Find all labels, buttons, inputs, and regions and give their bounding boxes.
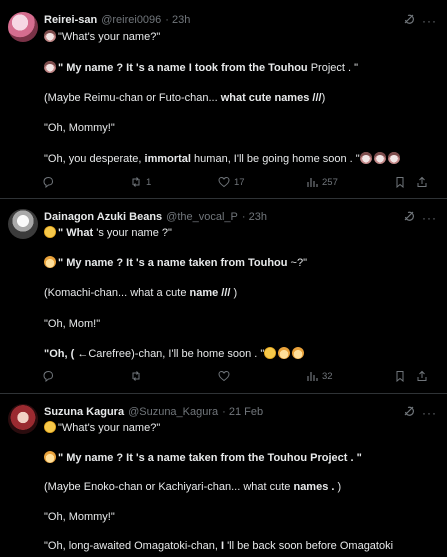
- face-emoji-icon: [373, 152, 386, 164]
- like-button[interactable]: 17: [218, 176, 245, 188]
- timestamp[interactable]: · 21 Feb: [222, 406, 263, 418]
- heart-icon: [218, 370, 230, 382]
- repost-icon: [132, 177, 140, 187]
- face-emoji-icon: [44, 61, 56, 73]
- face-emoji-icon: [359, 152, 372, 164]
- more-dots-icon[interactable]: ···: [422, 14, 437, 28]
- tweet-line: (Maybe Enoko-chan or Kachiyari-chan... w…: [44, 481, 342, 493]
- tweet-line: " My name ? It 's a name taken from the …: [44, 451, 362, 464]
- reply-button[interactable]: [42, 370, 58, 382]
- tweet-line: " What 's your name ?": [44, 226, 172, 239]
- tweet-line: "Oh, Mom!": [44, 318, 101, 330]
- action-bar: 32: [40, 370, 427, 384]
- tweet-line: "Oh, long-awaited Omagatoki-chan, I 'll …: [44, 540, 394, 552]
- tweet-line: (Komachi-chan... what a cute name /// ): [44, 287, 238, 299]
- reply-button[interactable]: [42, 176, 58, 188]
- tweet-divider: [0, 393, 447, 394]
- tweet-dainagon[interactable]: Dainagon Azuki Beans @the_vocal_P · 23h …: [0, 209, 447, 389]
- tweet-line: " My name ? It 's a name taken from Touh…: [44, 256, 307, 269]
- more-dots-icon[interactable]: ···: [422, 406, 437, 420]
- views-button[interactable]: 257: [306, 176, 338, 188]
- tweet-line: "Oh, you desperate, immortal human, I'll…: [44, 152, 402, 165]
- blond-face-emoji-icon: [292, 347, 305, 359]
- tweet-line: "What's your name?": [44, 421, 160, 434]
- bookmark-button[interactable]: [394, 370, 406, 382]
- grok-icon[interactable]: [403, 405, 415, 417]
- avatar[interactable]: [8, 12, 38, 42]
- share-icon: [417, 176, 427, 187]
- more-dots-icon[interactable]: ···: [422, 211, 437, 225]
- author-handle[interactable]: @reirei0096: [101, 14, 161, 26]
- tweet-line: (Maybe Reimu-chan or Futo-chan... what c…: [44, 92, 326, 104]
- avatar[interactable]: [8, 404, 38, 434]
- repost-button[interactable]: [130, 370, 146, 382]
- views-icon: [307, 178, 318, 187]
- views-icon: [307, 372, 318, 381]
- reply-icon: [43, 176, 54, 188]
- yellow-face-emoji-icon: [44, 421, 56, 433]
- blond-face-emoji-icon: [44, 451, 56, 463]
- reply-icon: [43, 370, 54, 382]
- yellow-face-emoji-icon: [44, 226, 56, 238]
- share-icon: [417, 370, 427, 381]
- tweet-line: " My name ? It 's a name I took from the…: [44, 61, 358, 74]
- author-name[interactable]: Reirei-san: [44, 14, 97, 26]
- share-button[interactable]: [416, 176, 428, 188]
- like-button[interactable]: [218, 370, 234, 382]
- blond-face-emoji-icon: [44, 256, 56, 268]
- author-handle[interactable]: @Suzuna_Kagura: [128, 406, 218, 418]
- author-name[interactable]: Dainagon Azuki Beans: [44, 211, 162, 223]
- action-bar: 1 17 257: [40, 176, 427, 190]
- author-name[interactable]: Suzuna Kagura: [44, 406, 124, 418]
- share-button[interactable]: [416, 370, 428, 382]
- repost-button[interactable]: 1: [130, 176, 151, 188]
- tweet-reirei[interactable]: Reirei-san @reirei0096 · 23h ··· "What's…: [0, 12, 447, 196]
- bookmark-button[interactable]: [394, 176, 406, 188]
- timestamp[interactable]: · 23h: [242, 211, 267, 223]
- heart-icon: [218, 176, 230, 188]
- face-emoji-icon: [44, 30, 56, 42]
- views-button[interactable]: 32: [306, 370, 333, 382]
- tweet-line: "What's your name?": [44, 30, 160, 43]
- tweet-suzuna[interactable]: Suzuna Kagura @Suzuna_Kagura · 21 Feb ··…: [0, 404, 447, 557]
- bookmark-icon: [396, 177, 404, 188]
- bookmark-icon: [396, 371, 404, 382]
- tweet-divider: [0, 198, 447, 199]
- timestamp[interactable]: · 23h: [165, 14, 190, 26]
- tweet-line: "Oh, Mommy!": [44, 511, 115, 523]
- face-emoji-icon: [387, 152, 400, 164]
- avatar[interactable]: [8, 209, 38, 239]
- blond-face-emoji-icon: [278, 347, 291, 359]
- grok-icon[interactable]: [403, 13, 415, 25]
- author-handle[interactable]: @the_vocal_P: [166, 211, 238, 223]
- repost-icon: [132, 371, 140, 381]
- tweet-line: "Oh, Mommy!": [44, 122, 115, 134]
- grok-icon[interactable]: [403, 210, 415, 222]
- tweet-line: "Oh, ( ←Carefree)-chan, I'll be home soo…: [44, 347, 306, 360]
- yellow-face-emoji-icon: [264, 347, 277, 359]
